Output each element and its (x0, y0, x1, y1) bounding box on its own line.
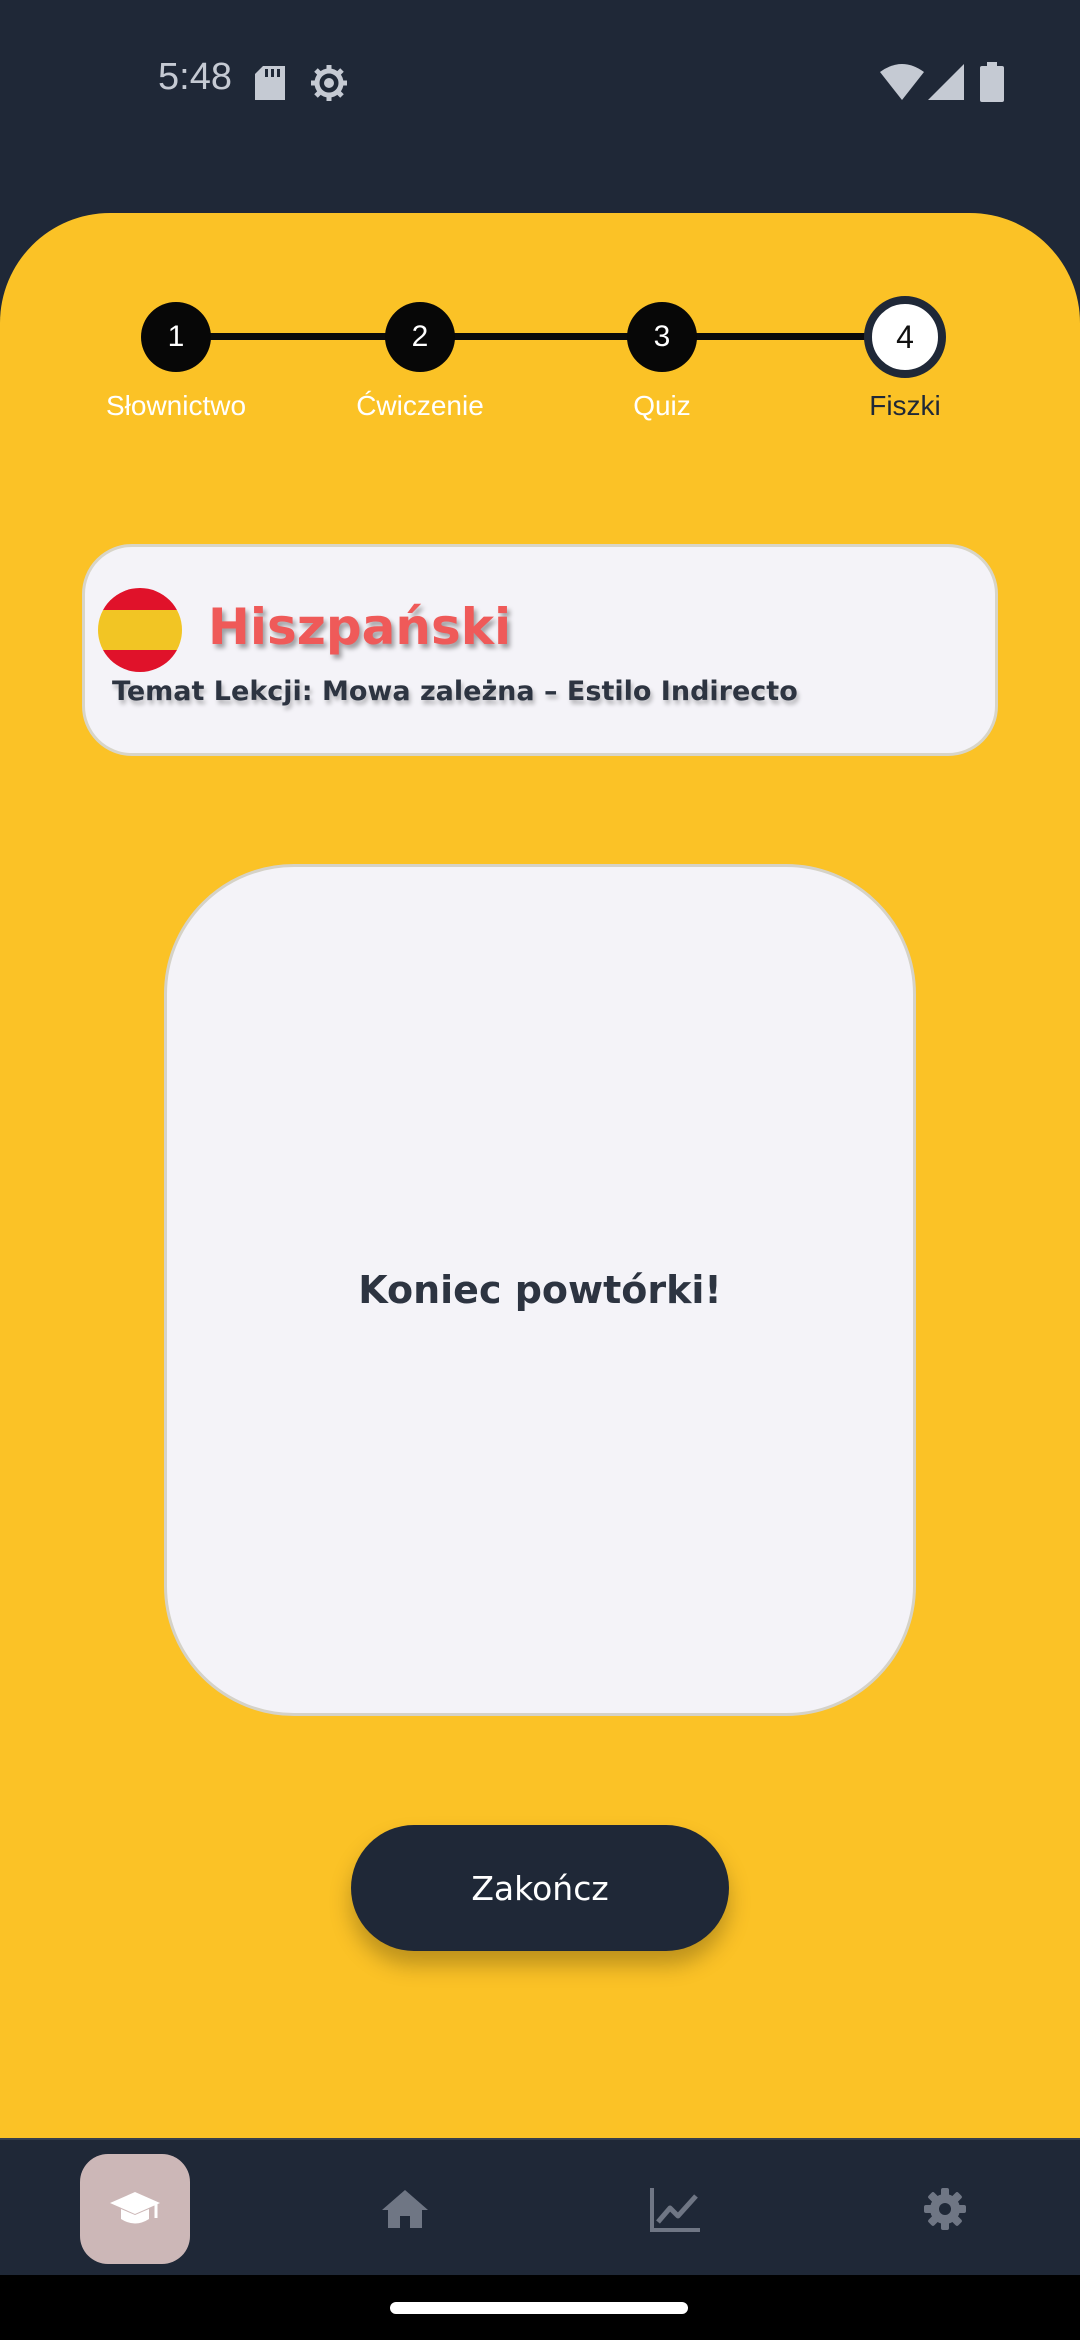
nav-settings[interactable] (890, 2154, 1000, 2264)
home-indicator[interactable] (390, 2302, 688, 2314)
graduation-cap-icon (110, 2192, 160, 2224)
flashcard[interactable]: Koniec powtórki! (164, 864, 916, 1716)
step-label-vocabulary: Słownictwo (105, 390, 247, 421)
step-3[interactable]: 3 (627, 302, 697, 372)
nav-stats[interactable] (620, 2154, 730, 2264)
step-label-quiz: Quiz (633, 390, 691, 421)
wifi-icon (880, 64, 924, 100)
signal-icon (928, 64, 964, 100)
home-icon (382, 2190, 428, 2228)
finish-button[interactable]: Zakończ (351, 1825, 729, 1951)
step-4[interactable]: 4 (864, 296, 946, 378)
flashcard-text: Koniec powtórki! (358, 1268, 722, 1312)
gear-icon (924, 2188, 966, 2230)
spain-flag-icon (98, 588, 182, 672)
nav-learn[interactable] (80, 2154, 190, 2264)
step-label-flashcards: Fiszki (869, 390, 941, 421)
sd-card-icon (255, 66, 285, 100)
stepper-line (176, 333, 904, 340)
bottom-nav (0, 2138, 1080, 2275)
step-2[interactable]: 2 (385, 302, 455, 372)
chart-icon (650, 2188, 700, 2232)
language-name: Hiszpański (208, 598, 512, 656)
step-1[interactable]: 1 (141, 302, 211, 372)
status-time: 5:48 (158, 56, 232, 98)
nav-home[interactable] (350, 2154, 460, 2264)
status-bar: 5:48 (0, 0, 1080, 165)
settings-status-icon (311, 65, 347, 101)
step-label-exercise: Ćwiczenie (356, 390, 484, 421)
battery-icon (980, 62, 1004, 102)
lesson-topic: Temat Lekcji: Mowa zależna – Estilo Indi… (112, 676, 798, 707)
